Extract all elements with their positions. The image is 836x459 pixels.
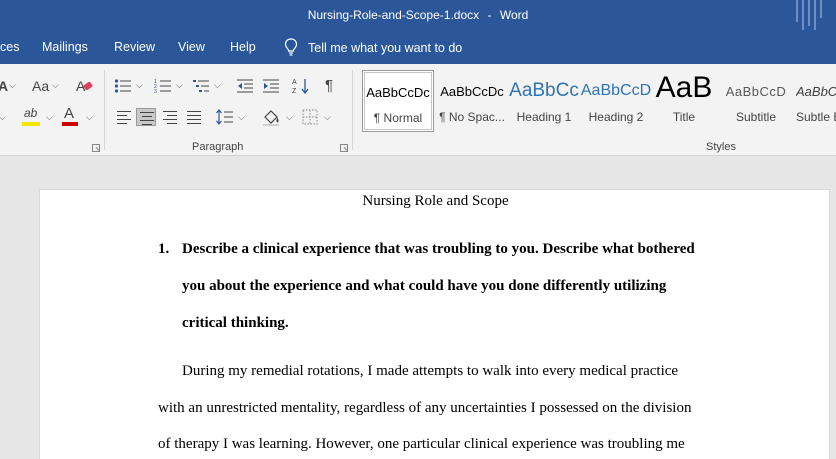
chevron-down-icon: ⌵: [324, 112, 331, 122]
tell-me-search[interactable]: Tell me what you want to do: [284, 38, 462, 56]
tab-view[interactable]: View: [178, 40, 205, 54]
style-name: Subtitle: [735, 110, 777, 124]
styles-group-label: Styles: [706, 141, 736, 153]
style-sample: AaBbCc: [509, 80, 579, 101]
group-divider: [104, 70, 105, 150]
ribbon-tabs: ces Mailings Review View Help Tell me wh…: [0, 32, 836, 64]
document-area: Nursing Role and Scope 1. Describe a cli…: [0, 157, 836, 459]
style-name: ¶ No Spac...: [439, 110, 505, 124]
document-title: Nursing Role and Scope: [362, 193, 509, 209]
svg-text:A: A: [292, 79, 297, 86]
document-page[interactable]: Nursing Role and Scope 1. Describe a cli…: [39, 189, 830, 459]
group-divider: [352, 70, 353, 150]
show-formatting-marks-icon[interactable]: ¶: [325, 78, 333, 94]
style-sample: AaBbCcDc: [440, 84, 504, 99]
style-subtitle[interactable]: AaBbCcD Subtitle: [720, 70, 792, 132]
style-heading-1[interactable]: AaBbCc Heading 1: [508, 70, 580, 132]
app-name: Word: [499, 8, 529, 22]
style-sample: AaBbCcD: [796, 84, 836, 99]
style-title[interactable]: AaB Title: [648, 70, 720, 132]
chevron-down-icon: ⌵: [176, 80, 183, 90]
style-sample: AaBbCcD: [725, 84, 787, 99]
body-text-line: of therapy I was learning. However, one …: [158, 436, 685, 452]
chevron-down-icon: ⌵: [9, 80, 16, 90]
font-size-decrease-icon[interactable]: A: [0, 78, 8, 94]
chevron-down-icon: ⌵: [238, 112, 245, 122]
style-normal[interactable]: AaBbCcDc ¶ Normal: [362, 70, 434, 132]
align-center-icon[interactable]: [136, 108, 156, 126]
line-spacing-icon[interactable]: [216, 109, 234, 125]
document-filename: Nursing-Role-and-Scope-1.docx: [307, 8, 480, 22]
clear-formatting-icon[interactable]: A: [76, 78, 94, 94]
lightbulb-icon: [284, 38, 298, 56]
ribbon: A ⌵ Aa ⌵ A ⌵ ab ⌵ A ⌵ ⌵ 1 2 3 ⌵ ⌵ A Z ¶ …: [0, 64, 836, 156]
style-subtle-emphasis[interactable]: AaBbCcD Subtle E: [792, 70, 836, 132]
tab-review[interactable]: Review: [114, 40, 155, 54]
question-line: Describe a clinical experience that was …: [182, 241, 695, 257]
chevron-down-icon: ⌵: [52, 80, 59, 90]
tell-me-label: Tell me what you want to do: [308, 41, 463, 55]
list-number: 1.: [158, 241, 170, 257]
tab-references[interactable]: ces: [0, 40, 19, 54]
style-heading-2[interactable]: AaBbCcD Heading 2: [580, 70, 652, 132]
chevron-down-icon: ⌵: [46, 112, 53, 122]
style-name: Heading 2: [588, 110, 644, 124]
style-name: Subtle E: [796, 110, 836, 124]
align-left-icon[interactable]: [114, 108, 134, 126]
style-name: Heading 1: [516, 110, 572, 124]
chevron-down-icon: ⌵: [286, 112, 293, 122]
chevron-down-icon: ⌵: [136, 80, 143, 90]
decrease-indent-icon[interactable]: [236, 78, 254, 94]
window-decoration-icon: [796, 0, 822, 30]
change-case-button[interactable]: Aa: [32, 78, 49, 94]
font-color-swatch: [62, 122, 78, 126]
font-color-label: A: [64, 105, 75, 122]
window-title: Nursing-Role-and-Scope-1.docx - Word: [0, 8, 836, 22]
font-dialog-launcher-icon[interactable]: [92, 144, 100, 152]
tab-help[interactable]: Help: [230, 40, 256, 54]
tab-mailings[interactable]: Mailings: [42, 40, 88, 54]
chevron-down-icon: ⌵: [214, 80, 221, 90]
question-line: you about the experience and what could …: [182, 278, 667, 294]
svg-text:3: 3: [154, 89, 157, 94]
sort-icon[interactable]: A Z: [292, 77, 310, 95]
body-text-line: During my remedial rotations, I made att…: [182, 363, 679, 379]
justify-icon[interactable]: [184, 108, 204, 126]
numbering-icon[interactable]: 1 2 3: [154, 78, 172, 94]
body-text-line: with an unrestricted mentality, regardle…: [158, 400, 692, 416]
style-sample: AaBbCcDc: [366, 85, 430, 100]
styles-gallery: AaBbCcDc ¶ Normal AaBbCcDc ¶ No Spac... …: [360, 70, 836, 134]
bullets-icon[interactable]: [114, 78, 132, 94]
style-name: ¶ Normal: [373, 111, 423, 125]
align-right-icon[interactable]: [160, 108, 180, 126]
style-no-spacing[interactable]: AaBbCcDc ¶ No Spac...: [436, 70, 508, 132]
text-highlight-color-button[interactable]: ab: [22, 106, 42, 128]
shading-icon[interactable]: [262, 108, 282, 126]
question-line: critical thinking.: [182, 315, 289, 331]
style-sample: AaB: [655, 71, 713, 104]
borders-icon[interactable]: [302, 109, 318, 125]
style-name: Title: [672, 110, 696, 124]
highlight-color-swatch: [22, 122, 40, 126]
highlight-label: ab: [24, 106, 38, 120]
font-color-button[interactable]: A: [62, 105, 80, 128]
increase-indent-icon[interactable]: [262, 78, 280, 94]
title-separator: -: [487, 8, 492, 22]
multilevel-list-icon[interactable]: [192, 78, 210, 94]
paragraph-dialog-launcher-icon[interactable]: [340, 144, 348, 152]
svg-text:Z: Z: [292, 88, 297, 95]
chevron-down-icon: ⌵: [86, 112, 93, 122]
style-sample: AaBbCcD: [580, 82, 652, 99]
chevron-down-icon: ⌵: [0, 112, 6, 122]
paragraph-group-label: Paragraph: [192, 141, 244, 153]
title-bar: Nursing-Role-and-Scope-1.docx - Word: [0, 0, 836, 32]
